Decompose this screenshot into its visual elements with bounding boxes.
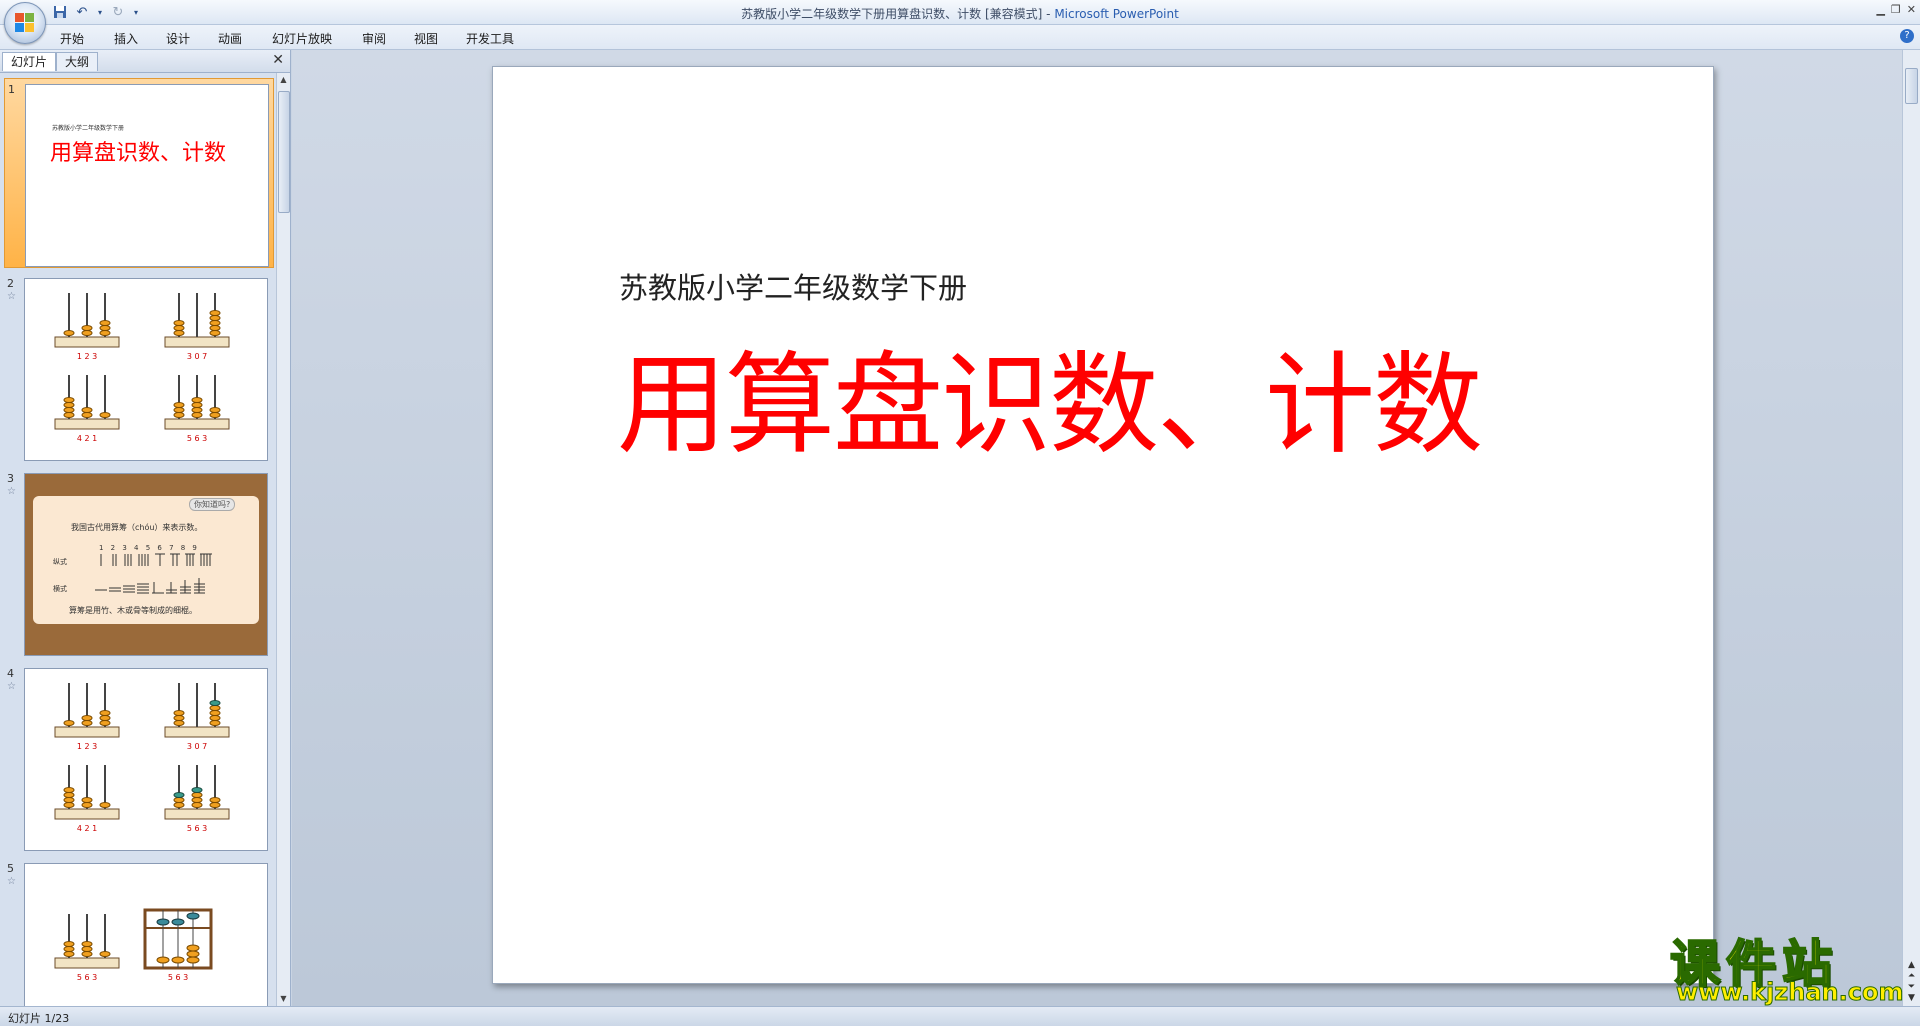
panel-tabs: 幻灯片 大纲 ✕ (0, 50, 290, 73)
window-controls: ▁ ❐ ✕ (1876, 3, 1916, 16)
tab-view[interactable]: 视图 (414, 30, 438, 47)
slide-number: 5 (7, 862, 14, 875)
slides-panel: 幻灯片 大纲 ✕ 1 苏教版小学二年级数学下册 用算盘识数、计数 2 ☆ 1 2… (0, 50, 291, 1006)
watermark-url: www.kjzhan.com (1675, 978, 1904, 1007)
office-button[interactable] (4, 2, 46, 44)
slide-subtitle[interactable]: 苏教版小学二年级数学下册 (619, 265, 967, 307)
slide-number: 3 (7, 472, 14, 485)
abacus-label: 5 6 3 (187, 824, 207, 833)
close-panel-icon[interactable]: ✕ (272, 52, 284, 68)
slide-number: 2 (7, 277, 14, 290)
title-bar: ↶ ▾ ↻ ▾ 苏教版小学二年级数学下册用算盘识数、计数 [兼容模式] - Mi… (0, 0, 1920, 25)
slide-thumb-preview: 1 2 3 3 0 7 4 2 1 5 6 3 (24, 668, 268, 851)
slide-thumb-preview: 你知道吗? 我国古代用算筹（chóu）来表示数。 1 2 3 4 5 6 7 8… (24, 473, 268, 656)
status-bar: 幻灯片 1/23 (0, 1006, 1920, 1026)
abacus-label: 1 2 3 (77, 352, 97, 361)
abacus-label: 3 0 7 (187, 742, 207, 751)
slide-thumb-5[interactable]: 5 ☆ 5 6 3 5 6 3 (4, 858, 272, 1006)
abacus-label: 5 6 3 (168, 973, 188, 982)
animation-star-icon: ☆ (7, 876, 16, 887)
help-icon[interactable]: ? (1900, 29, 1914, 43)
current-slide[interactable]: 苏教版小学二年级数学下册 用算盘识数、计数 (492, 66, 1714, 984)
tab-animations[interactable]: 动画 (218, 30, 242, 47)
slide-thumbnails: 1 苏教版小学二年级数学下册 用算盘识数、计数 2 ☆ 1 2 3 3 0 7 … (0, 73, 276, 1006)
slide-number: 1 (8, 83, 15, 96)
title-separator: - (1042, 7, 1055, 21)
panel-scrollbar[interactable]: ▲ ▼ (276, 73, 290, 1006)
tab-home[interactable]: 开始 (60, 30, 84, 47)
abacus-illustration: 5 6 3 5 6 3 (54, 908, 213, 982)
ribbon-tab-bar: 开始 插入 设计 动画 幻灯片放映 审阅 视图 开发工具 ? (0, 25, 1920, 50)
slide-thumb-3[interactable]: 3 ☆ 你知道吗? 我国古代用算筹（chóu）来表示数。 1 2 3 4 5 6… (4, 468, 272, 656)
document-title: 苏教版小学二年级数学下册用算盘识数、计数 [兼容模式] (741, 7, 1043, 21)
app-name: Microsoft PowerPoint (1054, 7, 1179, 21)
slide-thumb-preview: 1 2 3 3 0 7 4 2 1 5 6 3 (24, 278, 268, 461)
scroll-up-icon[interactable]: ▲ (277, 73, 290, 87)
minimize-icon[interactable]: ▁ (1876, 3, 1884, 16)
tab-review[interactable]: 审阅 (362, 30, 386, 47)
tab-slideshow[interactable]: 幻灯片放映 (272, 30, 332, 47)
scroll-down-icon[interactable]: ▼ (277, 992, 290, 1006)
maximize-icon[interactable]: ❐ (1891, 3, 1901, 16)
abacus-label: 3 0 7 (187, 352, 207, 361)
office-logo-icon (15, 13, 35, 33)
counting-rods-illustration (95, 553, 212, 594)
slide-number: 4 (7, 667, 14, 680)
tab-design[interactable]: 设计 (166, 30, 190, 47)
tab-outline[interactable]: 大纲 (56, 52, 99, 71)
window-title: 苏教版小学二年级数学下册用算盘识数、计数 [兼容模式] - Microsoft … (0, 5, 1920, 22)
abacus-illustration: 1 2 3 3 0 7 4 2 1 5 6 3 (54, 683, 230, 833)
slide-title[interactable]: 用算盘识数、计数 (617, 315, 1483, 475)
abacus-label: 5 6 3 (187, 434, 207, 443)
abacus-label: 1 2 3 (77, 742, 97, 751)
slide-thumb-1[interactable]: 1 苏教版小学二年级数学下册 用算盘识数、计数 (4, 78, 274, 268)
tab-slides[interactable]: 幻灯片 (2, 52, 57, 71)
scrollbar-thumb[interactable] (1905, 68, 1918, 104)
watermark-logo: 课件站 www.kjzhan.com (1669, 924, 1910, 1007)
slide-counter: 幻灯片 1/23 (8, 1012, 70, 1025)
abacus-label: 4 2 1 (77, 434, 97, 443)
thumb-subtitle: 苏教版小学二年级数学下册 (52, 125, 125, 132)
abacus-label: 5 6 3 (77, 973, 97, 982)
tab-insert[interactable]: 插入 (114, 30, 138, 47)
animation-star-icon: ☆ (7, 681, 16, 692)
close-icon[interactable]: ✕ (1907, 3, 1916, 16)
slide-thumb-4[interactable]: 4 ☆ 1 2 3 3 0 7 4 2 1 5 6 3 (4, 663, 272, 851)
tab-developer[interactable]: 开发工具 (466, 30, 514, 47)
slide-thumb-preview: 5 6 3 5 6 3 (24, 863, 268, 1006)
abacus-illustration: 1 2 3 3 0 7 4 2 1 5 6 3 (54, 293, 230, 443)
animation-star-icon: ☆ (7, 291, 16, 302)
slide-thumb-preview: 苏教版小学二年级数学下册 用算盘识数、计数 (25, 84, 269, 267)
animation-star-icon: ☆ (7, 486, 16, 497)
thumb-footer-text: 算筹是用竹、木或骨等制成的细棍。 (69, 606, 197, 615)
slide-thumb-2[interactable]: 2 ☆ 1 2 3 3 0 7 4 2 1 5 6 3 (4, 273, 272, 461)
scrollbar-thumb[interactable] (278, 91, 290, 213)
slide-editor: 苏教版小学二年级数学下册 用算盘识数、计数 (292, 50, 1902, 1006)
editor-scrollbar[interactable]: ▲ ⏶ ⏷ ▼ (1902, 50, 1920, 1006)
abacus-label: 4 2 1 (77, 824, 97, 833)
thumb-title: 用算盘识数、计数 (50, 141, 227, 166)
